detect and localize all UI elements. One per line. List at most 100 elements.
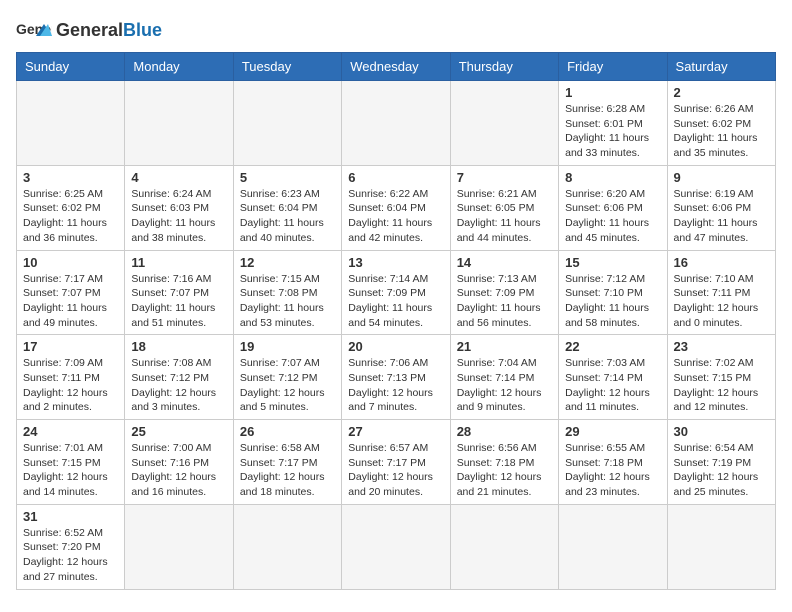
day-number: 30 [674,424,769,439]
calendar-cell: 24Sunrise: 7:01 AM Sunset: 7:15 PM Dayli… [17,420,125,505]
day-number: 3 [23,170,118,185]
day-number: 4 [131,170,226,185]
calendar-cell: 18Sunrise: 7:08 AM Sunset: 7:12 PM Dayli… [125,335,233,420]
day-info: Sunrise: 7:03 AM Sunset: 7:14 PM Dayligh… [565,356,660,415]
day-info: Sunrise: 6:26 AM Sunset: 6:02 PM Dayligh… [674,102,769,161]
col-header-thursday: Thursday [450,53,558,81]
day-number: 8 [565,170,660,185]
day-info: Sunrise: 6:56 AM Sunset: 7:18 PM Dayligh… [457,441,552,500]
day-number: 19 [240,339,335,354]
day-info: Sunrise: 6:54 AM Sunset: 7:19 PM Dayligh… [674,441,769,500]
calendar-week-3: 10Sunrise: 7:17 AM Sunset: 7:07 PM Dayli… [17,250,776,335]
day-number: 21 [457,339,552,354]
calendar-cell: 2 Sunrise: 6:26 AM Sunset: 6:02 PM Daylig… [667,81,775,166]
calendar-cell: 17 Sunrise: 7:09 AM Sunset: 7:11 PM Dayli… [17,335,125,420]
calendar-cell: 14Sunrise: 7:13 AM Sunset: 7:09 PM Dayli… [450,250,558,335]
calendar-cell [233,81,341,166]
day-number: 12 [240,255,335,270]
calendar-cell: 26Sunrise: 6:58 AM Sunset: 7:17 PM Dayli… [233,420,341,505]
day-info: Sunrise: 7:07 AM Sunset: 7:12 PM Dayligh… [240,356,335,415]
calendar-week-2: 3Sunrise: 6:25 AM Sunset: 6:02 PM Daylig… [17,165,776,250]
calendar-week-6: 31 Sunrise: 6:52 AM Sunset: 7:20 PM Dayli… [17,504,776,589]
calendar-cell: 5Sunrise: 6:23 AM Sunset: 6:04 PM Daylig… [233,165,341,250]
calendar-cell: 3Sunrise: 6:25 AM Sunset: 6:02 PM Daylig… [17,165,125,250]
day-info: Sunrise: 7:04 AM Sunset: 7:14 PM Dayligh… [457,356,552,415]
calendar-cell: 8 Sunrise: 6:20 AM Sunset: 6:06 PM Daylig… [559,165,667,250]
day-number: 9 [674,170,769,185]
day-number: 17 [23,339,118,354]
col-header-wednesday: Wednesday [342,53,450,81]
calendar-cell: 13Sunrise: 7:14 AM Sunset: 7:09 PM Dayli… [342,250,450,335]
day-info: Sunrise: 7:10 AM Sunset: 7:11 PM Dayligh… [674,272,769,331]
calendar-cell: 7 Sunrise: 6:21 AM Sunset: 6:05 PM Daylig… [450,165,558,250]
calendar-cell [125,504,233,589]
col-header-tuesday: Tuesday [233,53,341,81]
day-number: 25 [131,424,226,439]
day-info: Sunrise: 7:09 AM Sunset: 7:11 PM Dayligh… [23,356,118,415]
day-info: Sunrise: 7:16 AM Sunset: 7:07 PM Dayligh… [131,272,226,331]
calendar-cell: 30 Sunrise: 6:54 AM Sunset: 7:19 PM Dayli… [667,420,775,505]
header: General GeneralBlue [16,16,776,44]
calendar-week-4: 17 Sunrise: 7:09 AM Sunset: 7:11 PM Dayli… [17,335,776,420]
day-number: 24 [23,424,118,439]
day-info: Sunrise: 7:06 AM Sunset: 7:13 PM Dayligh… [348,356,443,415]
col-header-saturday: Saturday [667,53,775,81]
calendar-cell: 15Sunrise: 7:12 AM Sunset: 7:10 PM Dayli… [559,250,667,335]
calendar-cell: 25 Sunrise: 7:00 AM Sunset: 7:16 PM Dayli… [125,420,233,505]
calendar-cell [667,504,775,589]
calendar-cell [559,504,667,589]
calendar-cell [450,504,558,589]
day-info: Sunrise: 6:57 AM Sunset: 7:17 PM Dayligh… [348,441,443,500]
calendar-week-1: 1Sunrise: 6:28 AM Sunset: 6:01 PM Daylig… [17,81,776,166]
day-number: 11 [131,255,226,270]
day-number: 6 [348,170,443,185]
day-number: 26 [240,424,335,439]
col-header-monday: Monday [125,53,233,81]
calendar-cell: 19 Sunrise: 7:07 AM Sunset: 7:12 PM Dayli… [233,335,341,420]
calendar-cell [233,504,341,589]
day-number: 7 [457,170,552,185]
logo-blue: Blue [123,20,162,40]
day-number: 20 [348,339,443,354]
calendar-cell: 20 Sunrise: 7:06 AM Sunset: 7:13 PM Dayli… [342,335,450,420]
col-header-friday: Friday [559,53,667,81]
calendar-cell: 12Sunrise: 7:15 AM Sunset: 7:08 PM Dayli… [233,250,341,335]
day-info: Sunrise: 7:00 AM Sunset: 7:16 PM Dayligh… [131,441,226,500]
day-info: Sunrise: 6:19 AM Sunset: 6:06 PM Dayligh… [674,187,769,246]
calendar-cell [342,504,450,589]
calendar-cell: 22 Sunrise: 7:03 AM Sunset: 7:14 PM Dayli… [559,335,667,420]
day-info: Sunrise: 7:17 AM Sunset: 7:07 PM Dayligh… [23,272,118,331]
day-info: Sunrise: 7:02 AM Sunset: 7:15 PM Dayligh… [674,356,769,415]
day-info: Sunrise: 7:14 AM Sunset: 7:09 PM Dayligh… [348,272,443,331]
calendar-cell: 16Sunrise: 7:10 AM Sunset: 7:11 PM Dayli… [667,250,775,335]
calendar: SundayMondayTuesdayWednesdayThursdayFrid… [16,52,776,590]
day-info: Sunrise: 6:24 AM Sunset: 6:03 PM Dayligh… [131,187,226,246]
calendar-cell: 21 Sunrise: 7:04 AM Sunset: 7:14 PM Dayli… [450,335,558,420]
day-number: 5 [240,170,335,185]
day-number: 2 [674,85,769,100]
day-number: 29 [565,424,660,439]
calendar-cell: 28Sunrise: 6:56 AM Sunset: 7:18 PM Dayli… [450,420,558,505]
calendar-week-5: 24Sunrise: 7:01 AM Sunset: 7:15 PM Dayli… [17,420,776,505]
day-number: 15 [565,255,660,270]
day-info: Sunrise: 6:52 AM Sunset: 7:20 PM Dayligh… [23,526,118,585]
day-info: Sunrise: 6:55 AM Sunset: 7:18 PM Dayligh… [565,441,660,500]
day-number: 14 [457,255,552,270]
calendar-cell: 9 Sunrise: 6:19 AM Sunset: 6:06 PM Daylig… [667,165,775,250]
generalblue-logo-icon: General [16,16,52,44]
day-number: 23 [674,339,769,354]
calendar-cell: 1Sunrise: 6:28 AM Sunset: 6:01 PM Daylig… [559,81,667,166]
day-info: Sunrise: 6:20 AM Sunset: 6:06 PM Dayligh… [565,187,660,246]
calendar-cell: 11 Sunrise: 7:16 AM Sunset: 7:07 PM Dayli… [125,250,233,335]
calendar-cell: 29 Sunrise: 6:55 AM Sunset: 7:18 PM Dayli… [559,420,667,505]
logo-general: General [56,20,123,40]
calendar-cell: 23 Sunrise: 7:02 AM Sunset: 7:15 PM Dayli… [667,335,775,420]
calendar-cell [125,81,233,166]
day-info: Sunrise: 6:21 AM Sunset: 6:05 PM Dayligh… [457,187,552,246]
day-info: Sunrise: 6:22 AM Sunset: 6:04 PM Dayligh… [348,187,443,246]
calendar-cell: 31 Sunrise: 6:52 AM Sunset: 7:20 PM Dayli… [17,504,125,589]
calendar-cell [342,81,450,166]
day-number: 22 [565,339,660,354]
calendar-cell [450,81,558,166]
day-number: 31 [23,509,118,524]
